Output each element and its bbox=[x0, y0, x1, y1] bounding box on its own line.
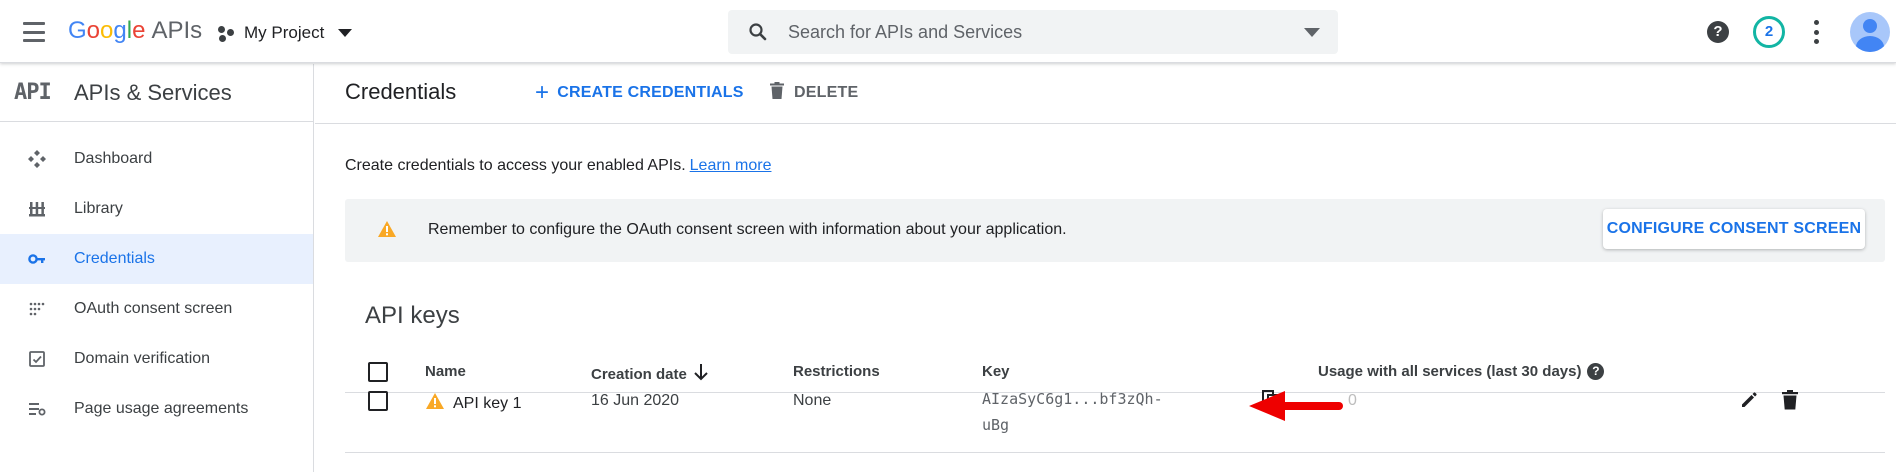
search-icon bbox=[728, 22, 788, 42]
sidebar-title: APIs & Services bbox=[74, 79, 232, 105]
project-dots-icon bbox=[218, 24, 236, 42]
sidebar-item-label: Dashboard bbox=[74, 150, 153, 167]
notification-badge[interactable]: 2 bbox=[1753, 16, 1785, 48]
chevron-down-icon bbox=[338, 29, 353, 37]
intro-text: Create credentials to access your enable… bbox=[345, 157, 772, 174]
help-icon[interactable]: ? bbox=[1587, 363, 1605, 380]
arrow-down-icon bbox=[693, 363, 709, 385]
pencil-icon bbox=[1742, 392, 1757, 407]
sidebar-item-credentials[interactable]: Credentials bbox=[0, 234, 313, 284]
annotation-arrow bbox=[1249, 391, 1343, 421]
delete-button[interactable]: DELETE bbox=[770, 80, 858, 106]
hamburger-menu-icon[interactable] bbox=[18, 18, 50, 46]
table-row: API key 1 16 Jun 2020 None AIzaSyC6g1...… bbox=[345, 390, 1885, 453]
avatar[interactable] bbox=[1850, 12, 1890, 52]
sidebar-item-label: Domain verification bbox=[74, 350, 211, 367]
sidebar-item-label: Credentials bbox=[74, 250, 155, 267]
warning-icon bbox=[377, 220, 397, 243]
main-content: Credentials + CREATE CREDENTIALS DELETE … bbox=[315, 64, 1896, 472]
page-title: Credentials bbox=[345, 79, 457, 104]
learn-more-link[interactable]: Learn more bbox=[690, 157, 772, 174]
trash-icon bbox=[1782, 390, 1798, 410]
banner-text: Remember to configure the OAuth consent … bbox=[428, 221, 1067, 238]
domain-verification-icon bbox=[0, 349, 74, 369]
sidebar-item-oauth-consent-screen[interactable]: OAuth consent screen bbox=[0, 284, 313, 334]
sidebar: API APIs & Services Dashboard Library Cr… bbox=[0, 64, 314, 472]
column-header-creation-date[interactable]: Creation date bbox=[591, 363, 709, 385]
project-selector[interactable]: My Project bbox=[218, 18, 353, 48]
help-icon[interactable]: ? bbox=[1707, 21, 1729, 43]
column-header-key[interactable]: Key bbox=[982, 363, 1010, 380]
column-header-restrictions[interactable]: Restrictions bbox=[793, 363, 880, 380]
sidebar-item-label: OAuth consent screen bbox=[74, 300, 233, 317]
delete-key-button[interactable] bbox=[1782, 390, 1798, 415]
top-app-bar: GoogleAPIs My Project ? 2 bbox=[0, 0, 1896, 63]
api-logo-icon: API bbox=[14, 80, 52, 105]
create-credentials-button[interactable]: + CREATE CREDENTIALS bbox=[535, 80, 744, 106]
column-header-usage: Usage with all services (last 30 days) ? bbox=[1318, 363, 1605, 380]
api-key-name-cell[interactable]: API key 1 bbox=[425, 392, 521, 415]
sidebar-item-dashboard[interactable]: Dashboard bbox=[0, 134, 313, 184]
sidebar-item-domain-verification[interactable]: Domain verification bbox=[0, 334, 313, 384]
page-header: Credentials + CREATE CREDENTIALS DELETE bbox=[315, 64, 1896, 124]
search-input[interactable] bbox=[788, 21, 1304, 43]
api-key-value-cell: AIzaSyC6g1...bf3zQh- uBg bbox=[982, 390, 1163, 434]
key-icon bbox=[0, 249, 74, 269]
select-all-checkbox[interactable] bbox=[368, 362, 388, 382]
edit-key-button[interactable] bbox=[1739, 390, 1759, 415]
sidebar-item-label: Library bbox=[74, 200, 123, 217]
dashboard-icon bbox=[0, 149, 74, 169]
trash-icon bbox=[770, 82, 784, 104]
sidebar-item-library[interactable]: Library bbox=[0, 184, 313, 234]
usage-cell: 0 bbox=[1348, 392, 1357, 409]
configure-consent-screen-button[interactable]: CONFIGURE CONSENT SCREEN bbox=[1603, 209, 1865, 249]
oauth-consent-icon bbox=[0, 299, 74, 319]
sidebar-item-page-usage-agreements[interactable]: Page usage agreements bbox=[0, 384, 313, 434]
plus-icon: + bbox=[535, 79, 550, 106]
oauth-warning-banner: Remember to configure the OAuth consent … bbox=[345, 199, 1885, 262]
row-checkbox[interactable] bbox=[368, 391, 388, 411]
page-usage-icon bbox=[0, 399, 74, 419]
search-dropdown-chevron-icon[interactable] bbox=[1304, 27, 1320, 37]
project-name: My Project bbox=[244, 23, 325, 42]
creation-date-cell: 16 Jun 2020 bbox=[591, 392, 680, 409]
column-header-name[interactable]: Name bbox=[425, 363, 466, 380]
restrictions-cell: None bbox=[793, 392, 832, 409]
warning-icon bbox=[425, 392, 445, 415]
library-icon bbox=[0, 199, 74, 219]
section-title-api-keys: API keys bbox=[365, 302, 460, 329]
sidebar-header: API APIs & Services bbox=[0, 64, 313, 122]
sidebar-item-label: Page usage agreements bbox=[74, 400, 249, 417]
search-bar[interactable] bbox=[728, 10, 1338, 54]
google-apis-logo[interactable]: Google APIs bbox=[68, 16, 202, 46]
more-vert-icon[interactable] bbox=[1813, 20, 1819, 44]
